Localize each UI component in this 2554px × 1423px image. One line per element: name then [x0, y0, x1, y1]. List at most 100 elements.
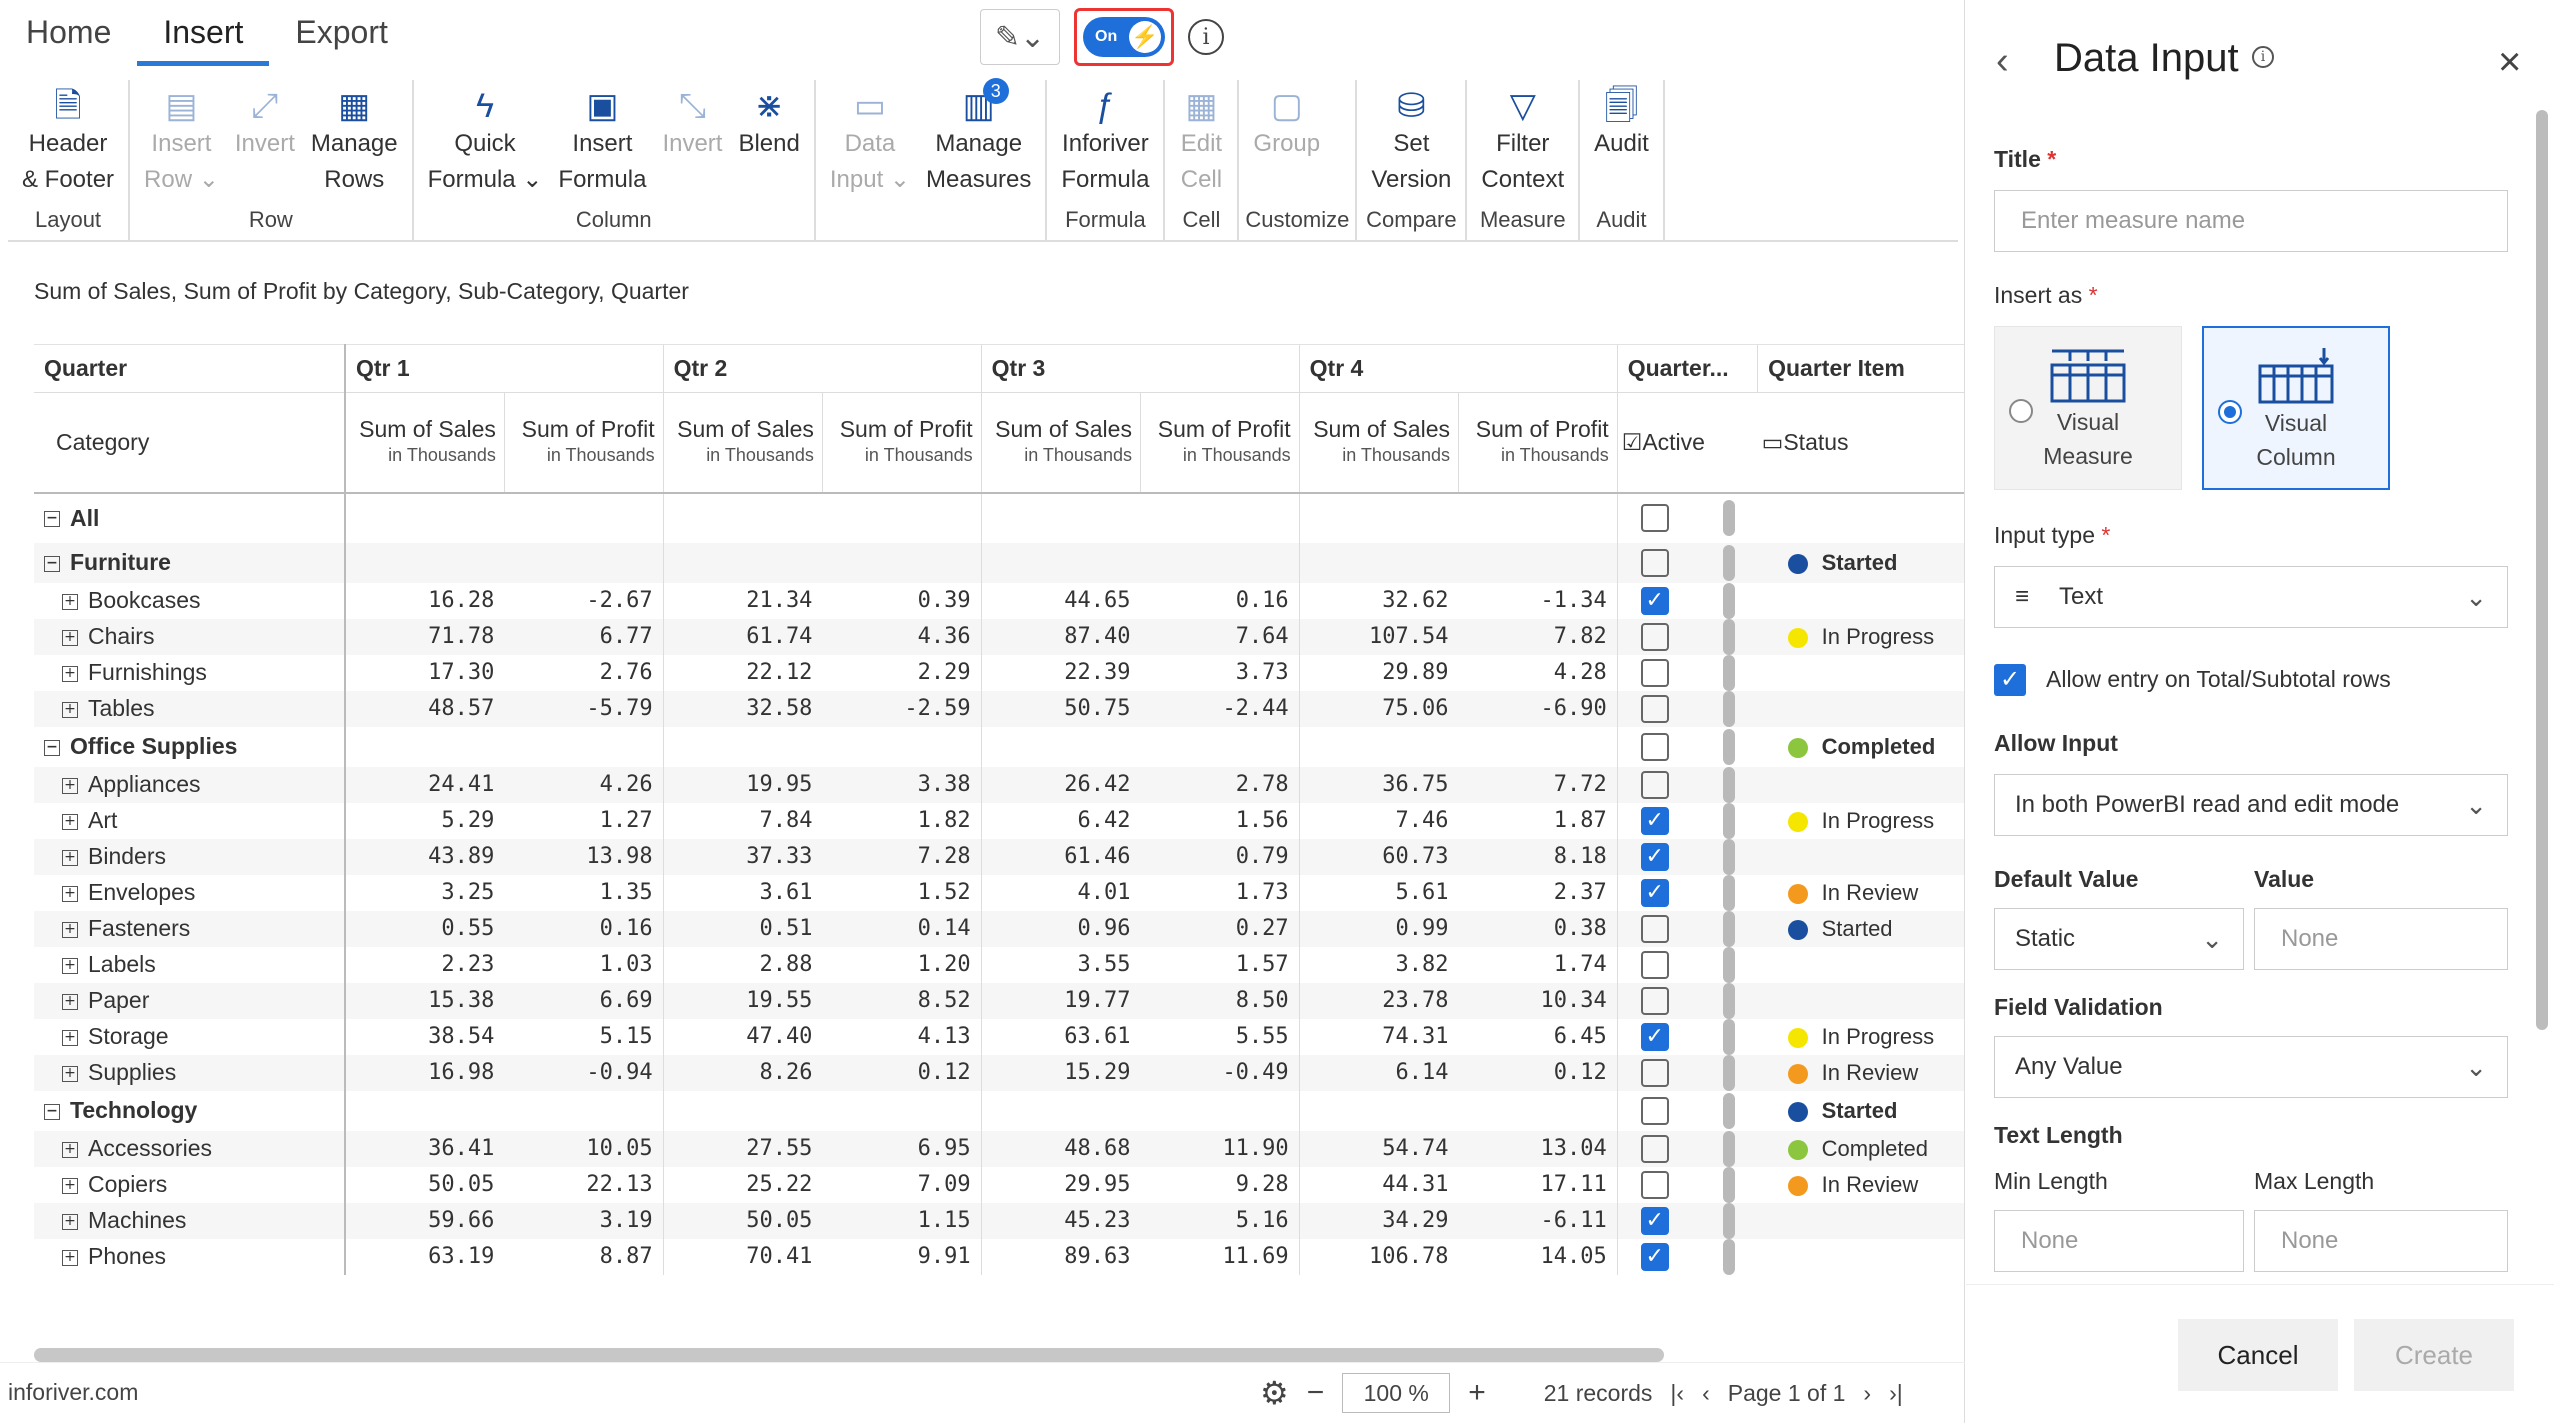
active-checkbox[interactable]: ✓: [1640, 1242, 1669, 1271]
active-cell[interactable]: ✓: [1616, 1238, 1758, 1275]
active-cell[interactable]: ✓: [1616, 838, 1758, 875]
row-header[interactable]: + Chairs: [34, 619, 345, 655]
horizontal-scrollbar[interactable]: [34, 1348, 1664, 1362]
active-checkbox[interactable]: [1640, 658, 1669, 687]
active-cell[interactable]: [1616, 1090, 1758, 1131]
measure-header[interactable]: Sum of Profit in Thousands: [503, 392, 664, 494]
last-page-icon[interactable]: ›|: [1889, 1380, 1903, 1407]
row-header[interactable]: + Machines: [34, 1203, 345, 1239]
zoom-in-button[interactable]: +: [1468, 1376, 1486, 1410]
row-header[interactable]: + Appliances: [34, 767, 345, 803]
expand-collapse-icon[interactable]: −: [44, 1103, 60, 1120]
tab-export[interactable]: Export: [269, 0, 413, 66]
status-cell[interactable]: [1758, 583, 1964, 619]
zoom-out-button[interactable]: −: [1307, 1376, 1325, 1410]
measure-header[interactable]: Sum of Sales in Thousands: [662, 392, 823, 494]
active-checkbox[interactable]: [1640, 1058, 1669, 1087]
expand-collapse-icon[interactable]: +: [62, 701, 78, 718]
quarter-item-header[interactable]: Quarter Item: [1757, 344, 1964, 393]
active-cell[interactable]: [1616, 1166, 1758, 1203]
ribbon-button[interactable]: ƒ Inforiver Formula: [1053, 80, 1157, 202]
status-cell[interactable]: In Progress: [1758, 1019, 1964, 1055]
row-header[interactable]: + Art: [34, 803, 345, 839]
measure-header[interactable]: Sum of Profit in Thousands: [1139, 392, 1300, 494]
status-cell[interactable]: [1758, 1239, 1964, 1275]
expand-collapse-icon[interactable]: +: [62, 1213, 78, 1230]
quarter-header[interactable]: Qtr 4: [1298, 344, 1618, 393]
expand-collapse-icon[interactable]: +: [62, 921, 78, 938]
status-cell[interactable]: [1758, 655, 1964, 691]
prev-page-icon[interactable]: ‹: [1702, 1380, 1710, 1407]
active-cell[interactable]: ✓: [1616, 874, 1758, 911]
input-type-select[interactable]: ≡ Text ⌄: [1994, 566, 2508, 628]
measure-header[interactable]: Sum of Profit in Thousands: [821, 392, 982, 494]
active-checkbox[interactable]: ✓: [1640, 806, 1669, 835]
expand-collapse-icon[interactable]: −: [44, 739, 60, 756]
row-header[interactable]: + Copiers: [34, 1167, 345, 1203]
status-cell[interactable]: [1758, 947, 1964, 983]
row-header[interactable]: − Furniture: [34, 543, 345, 583]
quarter-header[interactable]: Qtr 1: [343, 344, 664, 393]
active-checkbox[interactable]: [1640, 1134, 1669, 1163]
first-page-icon[interactable]: |‹: [1670, 1380, 1684, 1407]
expand-collapse-icon[interactable]: +: [62, 813, 78, 830]
status-cell[interactable]: [1758, 839, 1964, 875]
ribbon-button[interactable]: ▽ Filter Context: [1473, 80, 1572, 202]
measure-header[interactable]: Sum of Sales in Thousands: [343, 392, 505, 494]
ribbon-button[interactable]: ▢ Group: [1245, 80, 1328, 202]
tab-insert[interactable]: Insert: [137, 0, 270, 66]
row-header[interactable]: + Envelopes: [34, 875, 345, 911]
cancel-button[interactable]: Cancel: [2178, 1319, 2338, 1391]
expand-collapse-icon[interactable]: +: [62, 1029, 78, 1046]
active-checkbox[interactable]: [1640, 986, 1669, 1015]
panel-scrollbar[interactable]: [2536, 110, 2548, 1030]
back-icon[interactable]: ‹: [1996, 40, 2009, 83]
row-header[interactable]: + Accessories: [34, 1131, 345, 1167]
tab-home[interactable]: Home: [0, 0, 137, 66]
measure-name-input[interactable]: Enter measure name: [1994, 190, 2508, 252]
ribbon-button[interactable]: ⤢ Invert: [227, 80, 303, 202]
status-cell[interactable]: In Review: [1758, 875, 1964, 911]
measure-header[interactable]: Sum of Profit in Thousands: [1458, 392, 1618, 494]
active-cell[interactable]: [1616, 654, 1758, 691]
value-input[interactable]: None: [2254, 908, 2508, 970]
min-length-input[interactable]: None: [1994, 1210, 2244, 1272]
status-cell[interactable]: Completed: [1758, 1131, 1964, 1167]
ribbon-button[interactable]: ▤ Insert Row ⌄: [136, 80, 227, 202]
expand-collapse-icon[interactable]: +: [62, 885, 78, 902]
ribbon-button[interactable]: ⛁ Set Version: [1363, 80, 1459, 202]
status-cell[interactable]: In Progress: [1758, 803, 1964, 839]
status-cell[interactable]: [1758, 767, 1964, 803]
active-cell[interactable]: [1616, 982, 1758, 1019]
expand-collapse-icon[interactable]: −: [44, 511, 60, 528]
active-cell[interactable]: [1616, 766, 1758, 803]
expand-collapse-icon[interactable]: +: [62, 777, 78, 794]
field-validation-select[interactable]: Any Value ⌄: [1994, 1036, 2508, 1098]
visual-column-option[interactable]: Visual Column: [2202, 326, 2390, 490]
row-header[interactable]: + Storage: [34, 1019, 345, 1055]
ribbon-button[interactable]: ▦ Edit Cell: [1171, 80, 1231, 202]
ribbon-button[interactable]: 🗎 Header & Footer: [14, 80, 122, 202]
status-cell[interactable]: In Progress: [1758, 619, 1964, 655]
active-cell[interactable]: [1616, 1054, 1758, 1091]
expand-collapse-icon[interactable]: +: [62, 1249, 78, 1266]
radio-visual-column[interactable]: [2218, 400, 2242, 424]
create-button[interactable]: Create: [2354, 1319, 2514, 1391]
active-cell[interactable]: [1616, 690, 1758, 727]
active-cell[interactable]: [1616, 1130, 1758, 1167]
on-toggle[interactable]: On ⚡: [1083, 17, 1165, 57]
active-cell[interactable]: [1616, 542, 1758, 583]
edit-mode-dropdown[interactable]: ✎⌄: [980, 9, 1060, 65]
expand-collapse-icon[interactable]: +: [62, 629, 78, 646]
active-checkbox[interactable]: ✓: [1640, 1206, 1669, 1235]
expand-collapse-icon[interactable]: +: [62, 665, 78, 682]
ribbon-button[interactable]: ⤡ Invert: [654, 80, 730, 202]
site-link[interactable]: inforiver.com: [8, 1379, 138, 1406]
ribbon-button[interactable]: ϟ Quick Formula ⌄: [420, 80, 551, 202]
max-length-input[interactable]: None: [2254, 1210, 2508, 1272]
active-checkbox[interactable]: [1640, 548, 1669, 577]
allow-input-select[interactable]: In both PowerBI read and edit mode ⌄: [1994, 774, 2508, 836]
active-checkbox[interactable]: [1640, 694, 1669, 723]
active-checkbox[interactable]: ✓: [1640, 586, 1669, 615]
row-header[interactable]: − Office Supplies: [34, 727, 345, 767]
